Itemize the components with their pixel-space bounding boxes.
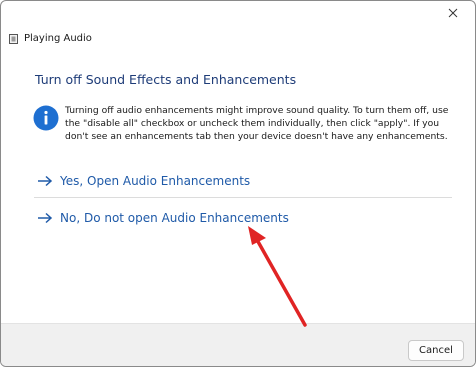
arrow-right-icon xyxy=(38,212,53,224)
title-bar[interactable] xyxy=(1,1,475,31)
info-description: Turning off audio enhancements might imp… xyxy=(65,105,449,142)
yes-option-label: Yes, Open Audio Enhancements xyxy=(60,174,251,188)
close-icon xyxy=(448,8,458,18)
main-heading: Turn off Sound Effects and Enhancements xyxy=(35,72,297,87)
dialog-window: Playing Audio Turn off Sound Effects and… xyxy=(0,0,476,367)
speaker-app-icon xyxy=(9,34,18,44)
no-do-not-open-enhancements-link[interactable]: No, Do not open Audio Enhancements xyxy=(37,207,289,229)
arrow-right-icon xyxy=(38,175,53,187)
no-option-label: No, Do not open Audio Enhancements xyxy=(60,211,289,225)
dialog-footer: Cancel xyxy=(1,323,475,366)
option-divider xyxy=(34,197,452,198)
info-icon xyxy=(33,105,59,131)
window-title: Playing Audio xyxy=(24,33,92,44)
yes-open-enhancements-link[interactable]: Yes, Open Audio Enhancements xyxy=(37,170,449,192)
close-button[interactable] xyxy=(431,1,475,25)
cancel-button[interactable]: Cancel xyxy=(408,340,464,361)
